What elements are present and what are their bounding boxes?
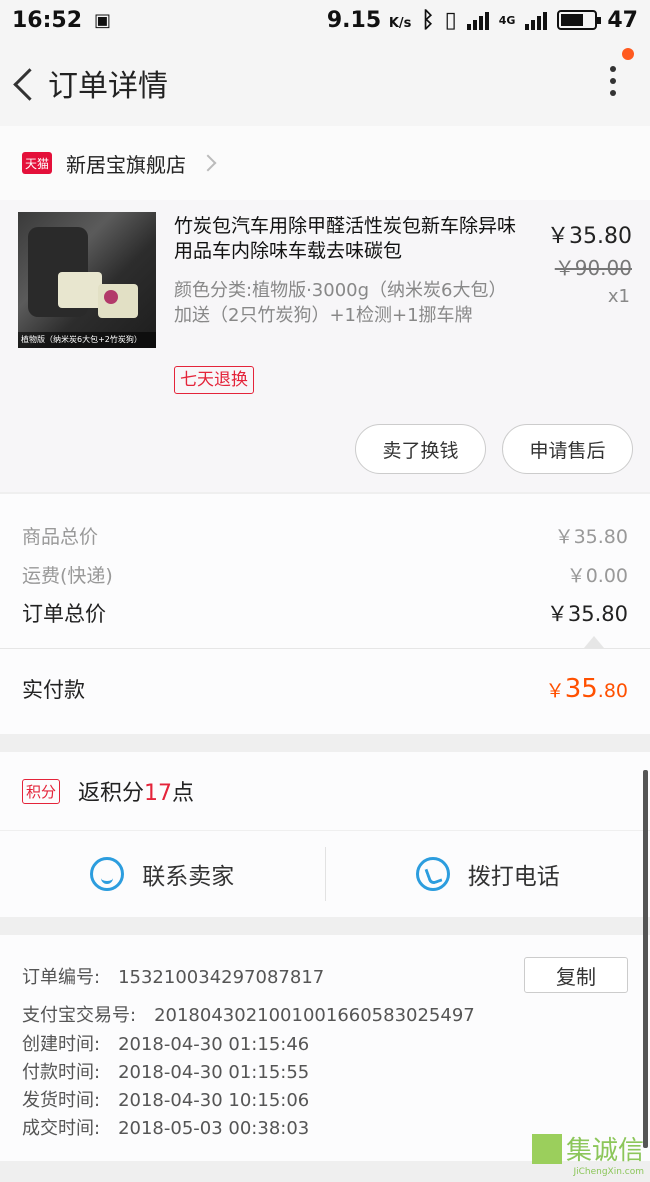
watermark-logo-text: 集诚信 (565, 1136, 644, 1166)
chevron-right-icon (199, 154, 217, 172)
divider (0, 648, 650, 649)
original-price: ￥90.00 (554, 256, 632, 280)
battery-icon (557, 10, 602, 30)
page-title: 订单详情 (48, 69, 168, 104)
call-phone-label: 拨打电话 (467, 864, 560, 890)
product-title[interactable]: 竹炭包汽车用除甲醛活性炭包新车除异味用品车内除味车载去味碳包 (174, 214, 524, 264)
signal-4g-icon (525, 10, 548, 30)
points-badge: 积分 (22, 778, 61, 804)
watermark-url: JiChengXin.com (573, 1167, 644, 1177)
scrollbar[interactable] (643, 770, 648, 1148)
order-total-value: ￥35.80 (546, 602, 628, 626)
watermark: 集诚信 JiChengXin.com (531, 1130, 644, 1177)
goods-total-row: 商品总价 ￥35.80 (22, 522, 628, 549)
shop-row[interactable]: 天猫 新居宝旗舰店 (0, 126, 650, 200)
image-notification-icon: ▣ (94, 9, 112, 31)
product-price: ￥35.80 (547, 224, 632, 249)
created-time-row: 创建时间: 2018-04-30 01:15:46 (22, 1034, 310, 1055)
order-total-row: 订单总价 ￥35.80 (22, 598, 628, 628)
order-total-label: 订单总价 (22, 602, 106, 626)
price-summary: 商品总价 ￥35.80 运费(快递) ￥0.00 订单总价 ￥35.80 实付款… (0, 494, 650, 734)
contact-seller-label: 联系卖家 (142, 864, 235, 890)
pointer-triangle (584, 636, 604, 648)
notification-dot (622, 48, 634, 60)
product-image-caption: 植物版（纳米炭6大包+2竹炭狗） (18, 332, 156, 348)
phone-icon (415, 857, 450, 891)
status-time: 16:52 (12, 7, 83, 33)
chat-smile-icon (90, 857, 125, 891)
network-type: 4G (498, 13, 516, 27)
paid-label: 实付款 (22, 678, 85, 702)
paid-row: 实付款 ￥35.80 (22, 674, 628, 704)
aftersale-button[interactable]: 申请售后 (502, 424, 633, 474)
battery-level: 47 (607, 7, 638, 33)
contact-seller-button[interactable]: 联系卖家 (0, 831, 325, 917)
shipping-row: 运费(快递) ￥0.00 (22, 561, 628, 588)
copy-button[interactable]: 复制 (524, 957, 628, 993)
bluetooth-icon: ᛒ (421, 7, 435, 33)
product-spec: 颜色分类:植物版·3000g（纳米炭6大包）加送（2只竹炭狗）+1检测+1挪车牌 (174, 280, 507, 326)
shop-name[interactable]: 新居宝旗舰店 (66, 149, 186, 178)
product-quantity: x1 (607, 286, 630, 307)
alipay-number-row: 支付宝交易号: 2018043021001001660583025497 (22, 1005, 475, 1026)
paid-time-row: 付款时间: 2018-04-30 01:15:55 (22, 1062, 310, 1083)
completed-time-row: 成交时间: 2018-05-03 00:38:03 (22, 1118, 310, 1139)
return-policy-tag: 七天退换 (174, 366, 254, 394)
vibrate-icon: ▯ (444, 7, 457, 33)
status-bar: 16:52 ▣ 9.15 K/s ᛒ ▯ 4G 47 (0, 0, 650, 40)
paid-amount: ￥35.80 (545, 674, 628, 704)
sell-button[interactable]: 卖了换钱 (355, 424, 486, 474)
goods-total-label: 商品总价 (22, 526, 99, 548)
signal-icon (466, 10, 489, 30)
header: 订单详情 (0, 40, 650, 126)
contact-bar: 联系卖家 拨打电话 (0, 831, 650, 917)
back-arrow-icon[interactable] (4, 53, 48, 113)
product-card: 植物版（纳米炭6大包+2竹炭狗） 竹炭包汽车用除甲醛活性炭包新车除异味用品车内除… (0, 200, 650, 492)
points-text: 返积分17点 (78, 781, 195, 806)
shipping-label: 运费(快递) (22, 565, 113, 587)
call-phone-button[interactable]: 拨打电话 (326, 831, 650, 917)
goods-total-value: ￥35.80 (554, 526, 628, 548)
more-menu-icon[interactable] (606, 66, 620, 102)
watermark-logo-icon (531, 1133, 562, 1164)
points-row: 积分 返积分17点 (0, 752, 650, 830)
order-info: 订单编号: 153210034297087817 复制 支付宝交易号: 201804… (0, 935, 650, 1161)
shipped-time-row: 发货时间: 2018-04-30 10:15:06 (22, 1090, 310, 1111)
shipping-value: ￥0.00 (566, 565, 628, 587)
order-number-row: 订单编号: 153210034297087817 (22, 967, 325, 988)
tmall-icon: 天猫 (22, 152, 52, 174)
network-speed: 9.15 K/s (326, 7, 412, 33)
product-image[interactable]: 植物版（纳米炭6大包+2竹炭狗） (18, 212, 156, 348)
